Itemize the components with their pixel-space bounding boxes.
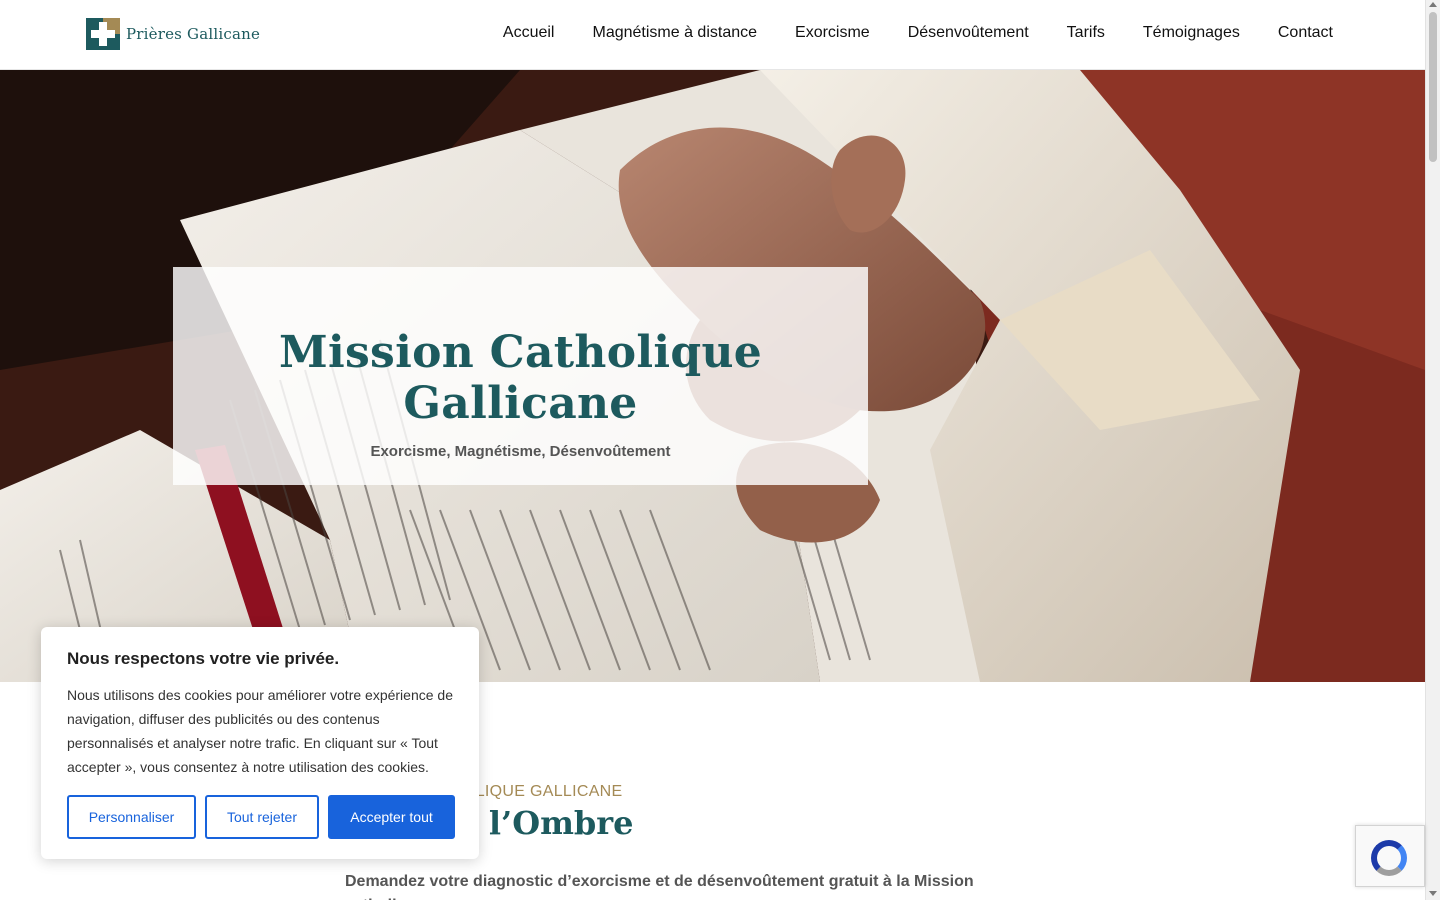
main-nav: Accueil Magnétisme à distance Exorcisme … xyxy=(465,24,1333,42)
accept-all-button[interactable]: Accepter tout xyxy=(328,795,455,839)
nav-item-magnetisme[interactable]: Magnétisme à distance xyxy=(592,24,757,42)
logo-text: Prières Gallicane xyxy=(126,25,261,43)
scroll-down-arrow-icon[interactable] xyxy=(1429,891,1437,896)
hero-banner: Mission Catholique Gallicane Exorcisme, … xyxy=(0,70,1425,682)
scroll-up-arrow-icon[interactable] xyxy=(1429,2,1437,7)
recaptcha-icon xyxy=(1371,840,1407,876)
cookie-title: Nous respectons votre vie privée. xyxy=(67,649,340,668)
customize-button[interactable]: Personnaliser xyxy=(67,795,196,839)
reject-all-button[interactable]: Tout rejeter xyxy=(205,795,319,839)
nav-item-exorcisme[interactable]: Exorcisme xyxy=(795,24,870,42)
site-logo[interactable]: Prières Gallicane xyxy=(86,18,260,50)
cookie-buttons: Personnaliser Tout rejeter Accepter tout xyxy=(67,795,455,839)
hero-title-card: Mission Catholique Gallicane Exorcisme, … xyxy=(173,267,868,485)
nav-item-desenvoutement[interactable]: Désenvoûtement xyxy=(908,24,1029,42)
site-header: Prières Gallicane Accueil Magnétisme à d… xyxy=(0,0,1425,70)
nav-item-contact[interactable]: Contact xyxy=(1278,24,1333,42)
nav-item-temoignages[interactable]: Témoignages xyxy=(1143,24,1240,42)
page-scrollbar[interactable] xyxy=(1425,0,1440,900)
section-body: Demandez votre diagnostic d’exorcisme et… xyxy=(345,873,974,900)
hero-subtitle: Exorcisme, Magnétisme, Désenvoûtement xyxy=(370,443,671,460)
logo-cross-icon xyxy=(86,18,120,50)
hero-title: Mission Catholique Gallicane xyxy=(278,327,763,429)
nav-item-accueil[interactable]: Accueil xyxy=(503,24,555,42)
recaptcha-badge[interactable] xyxy=(1355,825,1425,887)
nav-item-tarifs[interactable]: Tarifs xyxy=(1067,24,1105,42)
cookie-text: Nous utilisons des cookies pour améliore… xyxy=(67,687,453,775)
scroll-thumb[interactable] xyxy=(1429,12,1437,162)
cookie-consent-banner: Nous respectons votre vie privée. Nous u… xyxy=(41,627,479,859)
